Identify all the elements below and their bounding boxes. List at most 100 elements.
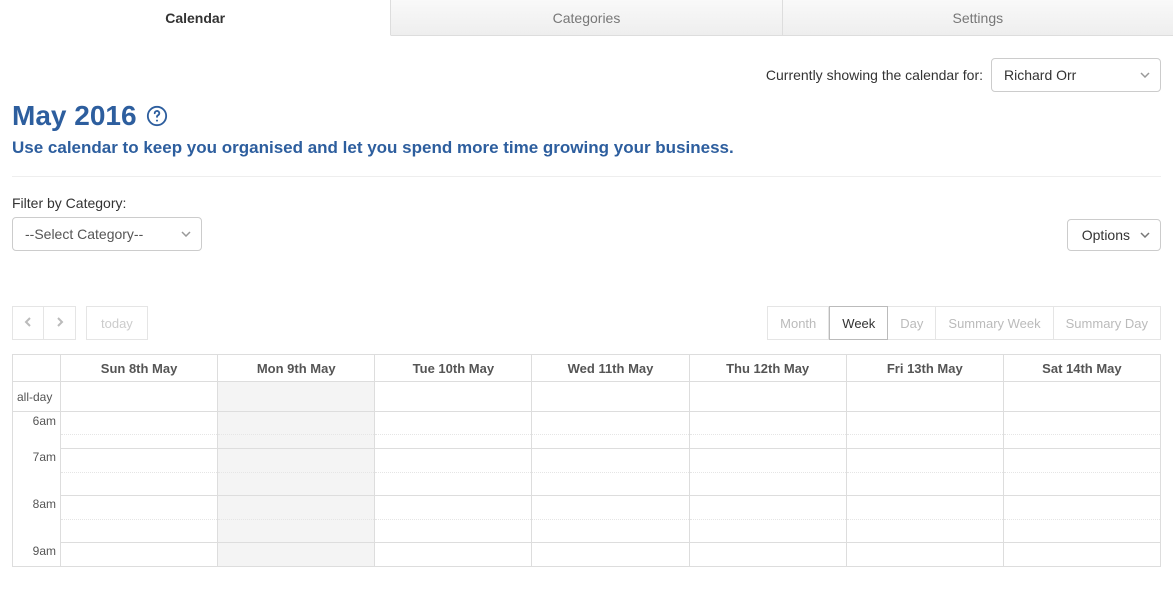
allday-cell[interactable] xyxy=(690,382,847,412)
divider xyxy=(12,176,1161,177)
view-week[interactable]: Week xyxy=(829,306,888,340)
allday-cell[interactable] xyxy=(218,382,375,412)
caret-right-icon xyxy=(56,314,64,332)
view-day[interactable]: Day xyxy=(888,306,936,340)
chevron-down-icon xyxy=(1140,72,1150,78)
category-select[interactable]: --Select Category-- xyxy=(12,217,202,251)
time-label: 9am xyxy=(33,544,56,558)
allday-label: all-day xyxy=(13,382,61,412)
top-tabs: Calendar Categories Settings xyxy=(0,0,1173,36)
view-month[interactable]: Month xyxy=(767,306,829,340)
day-header: Fri 13th May xyxy=(847,355,1004,382)
page-subtitle: Use calendar to keep you organised and l… xyxy=(12,138,1161,158)
time-cell[interactable] xyxy=(61,495,218,542)
time-axis: 8am xyxy=(13,495,61,542)
time-cell[interactable] xyxy=(1004,412,1160,448)
time-cell[interactable] xyxy=(847,542,1004,566)
time-cell[interactable] xyxy=(532,448,689,495)
today-button-label: today xyxy=(101,316,133,331)
day-header-label: Fri 13th May xyxy=(887,361,963,376)
options-button-label: Options xyxy=(1082,227,1130,243)
time-cell[interactable] xyxy=(375,495,532,542)
day-header: Sun 8th May xyxy=(61,355,218,382)
time-cell[interactable] xyxy=(218,495,375,542)
view-summary-day[interactable]: Summary Day xyxy=(1054,306,1161,340)
prev-button[interactable] xyxy=(12,306,44,340)
time-cell[interactable] xyxy=(847,495,1004,542)
allday-cell[interactable] xyxy=(61,382,218,412)
time-cell[interactable] xyxy=(375,412,532,448)
allday-row: all-day xyxy=(13,382,1160,412)
tab-calendar[interactable]: Calendar xyxy=(0,0,391,36)
time-cell[interactable] xyxy=(532,495,689,542)
time-cell[interactable] xyxy=(218,448,375,495)
time-axis: 6am xyxy=(13,412,61,448)
time-cell[interactable] xyxy=(218,542,375,566)
time-axis: 7am xyxy=(13,448,61,495)
tab-label: Calendar xyxy=(165,10,225,26)
time-cell[interactable] xyxy=(218,412,375,448)
view-label: Week xyxy=(842,316,875,331)
view-summary-week[interactable]: Summary Week xyxy=(936,306,1053,340)
day-header-label: Mon 9th May xyxy=(257,361,336,376)
filter-label: Filter by Category: xyxy=(12,195,202,211)
time-cell[interactable] xyxy=(532,542,689,566)
time-cell[interactable] xyxy=(61,412,218,448)
view-switcher: Month Week Day Summary Week Summary Day xyxy=(767,306,1161,340)
user-select[interactable]: Richard Orr xyxy=(991,58,1161,92)
day-header-label: Thu 12th May xyxy=(726,361,809,376)
time-cell[interactable] xyxy=(532,412,689,448)
tab-label: Categories xyxy=(553,10,621,26)
allday-cell[interactable] xyxy=(847,382,1004,412)
day-header-label: Sun 8th May xyxy=(101,361,178,376)
tab-settings[interactable]: Settings xyxy=(783,0,1173,35)
help-icon[interactable] xyxy=(146,105,168,127)
chevron-down-icon xyxy=(181,231,191,237)
time-cell[interactable] xyxy=(61,542,218,566)
day-header-label: Wed 11th May xyxy=(568,361,654,376)
day-header: Mon 9th May xyxy=(218,355,375,382)
time-label: 8am xyxy=(33,497,56,511)
allday-cell[interactable] xyxy=(532,382,689,412)
next-button[interactable] xyxy=(44,306,76,340)
time-cell[interactable] xyxy=(375,448,532,495)
tab-label: Settings xyxy=(953,10,1004,26)
axis-header xyxy=(13,355,61,382)
allday-cell[interactable] xyxy=(1004,382,1160,412)
today-button[interactable]: today xyxy=(86,306,148,340)
user-picker: Currently showing the calendar for: Rich… xyxy=(766,58,1161,92)
time-cell[interactable] xyxy=(690,412,847,448)
view-label: Summary Week xyxy=(948,316,1040,331)
time-cell[interactable] xyxy=(1004,542,1160,566)
page-title: May 2016 xyxy=(12,100,1161,132)
allday-cell[interactable] xyxy=(375,382,532,412)
time-cell[interactable] xyxy=(690,542,847,566)
time-axis: 9am xyxy=(13,542,61,566)
day-header-label: Tue 10th May xyxy=(413,361,494,376)
time-cell[interactable] xyxy=(1004,495,1160,542)
chevron-down-icon xyxy=(1140,232,1150,238)
time-cell[interactable] xyxy=(690,448,847,495)
time-cell[interactable] xyxy=(847,412,1004,448)
view-label: Day xyxy=(900,316,923,331)
page-title-text: May 2016 xyxy=(12,100,137,131)
time-row: 9am xyxy=(13,542,1160,566)
day-header: Tue 10th May xyxy=(375,355,532,382)
calendar-grid: Sun 8th May Mon 9th May Tue 10th May Wed… xyxy=(12,354,1161,567)
time-cell[interactable] xyxy=(1004,448,1160,495)
view-label: Summary Day xyxy=(1066,316,1148,331)
time-row: 6am xyxy=(13,412,1160,448)
time-cell[interactable] xyxy=(375,542,532,566)
day-header: Thu 12th May xyxy=(690,355,847,382)
caret-left-icon xyxy=(24,314,32,332)
tab-categories[interactable]: Categories xyxy=(391,0,782,35)
time-label: 6am xyxy=(33,414,56,428)
day-header-label: Sat 14th May xyxy=(1042,361,1121,376)
user-picker-prefix: Currently showing the calendar for: xyxy=(766,67,983,83)
time-cell[interactable] xyxy=(847,448,1004,495)
time-cell[interactable] xyxy=(690,495,847,542)
options-button[interactable]: Options xyxy=(1067,219,1161,251)
time-row: 7am xyxy=(13,448,1160,495)
time-cell[interactable] xyxy=(61,448,218,495)
calendar-header-row: Sun 8th May Mon 9th May Tue 10th May Wed… xyxy=(13,355,1160,382)
